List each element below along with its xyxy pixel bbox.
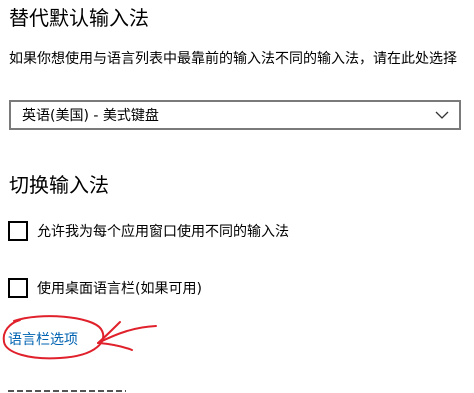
partially-visible-text [8, 386, 128, 393]
switch-input-method-title: 切换输入法 [9, 173, 109, 197]
per-app-input-method-label: 允许我为每个应用窗口使用不同的输入法 [37, 224, 289, 240]
default-input-method-description: 如果你想使用与语言列表中最靠前的输入法不同的输入法，请在此处选择 [9, 51, 457, 67]
chevron-down-icon [434, 107, 450, 123]
default-input-method-title: 替代默认输入法 [9, 6, 149, 30]
desktop-language-bar-checkbox[interactable] [8, 278, 28, 298]
per-app-input-method-checkbox[interactable] [8, 221, 28, 241]
per-app-input-method-option[interactable]: 允许我为每个应用窗口使用不同的输入法 [8, 221, 289, 241]
desktop-language-bar-option[interactable]: 使用桌面语言栏(如果可用) [8, 278, 202, 298]
desktop-language-bar-label: 使用桌面语言栏(如果可用) [37, 281, 202, 297]
select-current-value: 英语(美国) - 美式键盘 [22, 108, 159, 124]
default-input-method-select[interactable]: 英语(美国) - 美式键盘 [9, 100, 461, 130]
language-bar-options-link[interactable]: 语言栏选项 [8, 329, 78, 349]
